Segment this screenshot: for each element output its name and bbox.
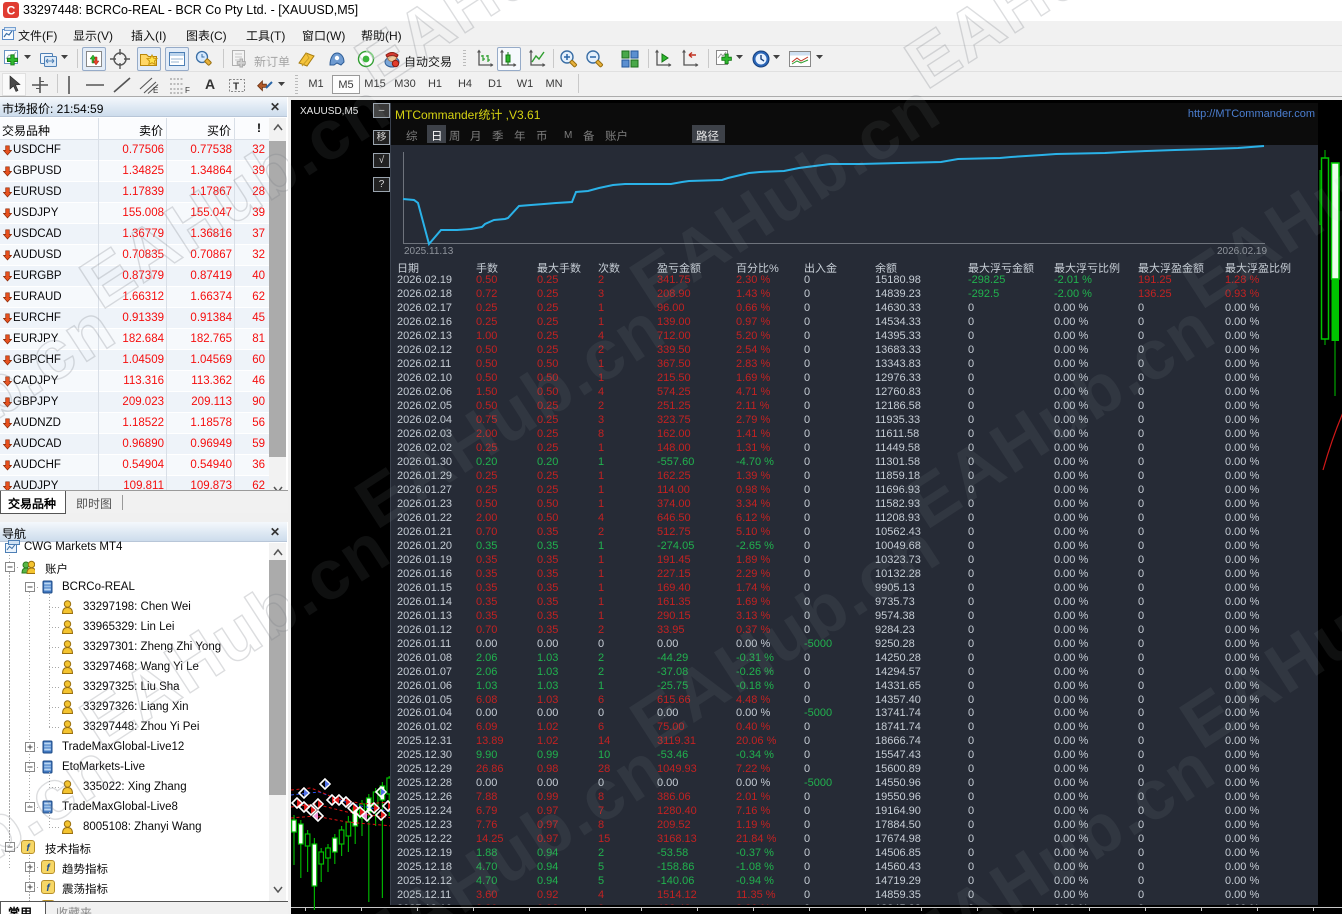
- svg-text:C: C: [7, 4, 16, 18]
- svg-text:T: T: [233, 82, 239, 93]
- svg-text:E: E: [153, 86, 158, 94]
- svg-text:F: F: [185, 86, 190, 94]
